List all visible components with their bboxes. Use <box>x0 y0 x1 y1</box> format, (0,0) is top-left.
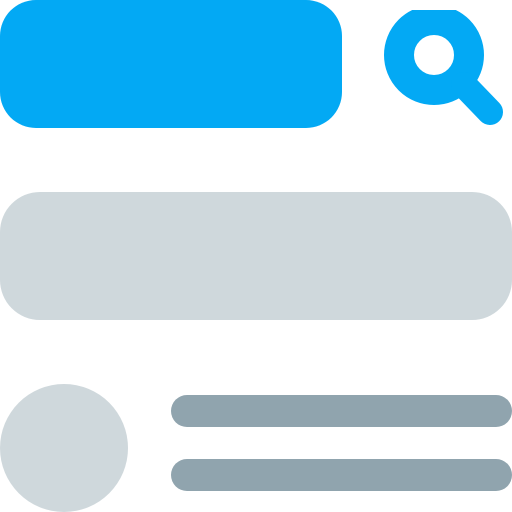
avatar <box>0 384 128 512</box>
content-banner-placeholder <box>0 192 512 320</box>
search-input[interactable] <box>0 0 342 128</box>
search-button[interactable] <box>384 10 512 138</box>
wireframe-canvas <box>0 0 512 512</box>
search-icon <box>384 10 503 125</box>
text-line-placeholder <box>171 459 512 491</box>
text-line-placeholder <box>171 395 512 427</box>
